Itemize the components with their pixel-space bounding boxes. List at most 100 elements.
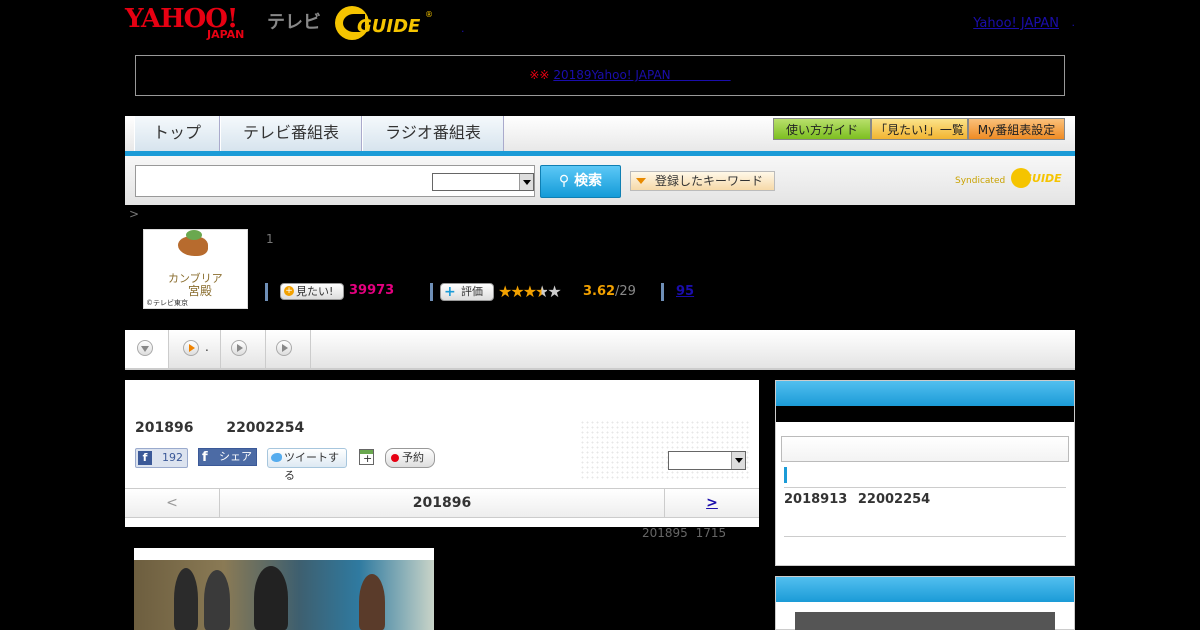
facebook-share-label: シェア xyxy=(219,450,252,463)
plus-icon: + xyxy=(284,286,294,296)
search-button-label: 検索 xyxy=(574,173,603,189)
guide-button[interactable]: 使い方ガイド xyxy=(773,118,871,140)
updated-date: 201895 xyxy=(642,526,688,540)
facebook-like-button[interactable]: f 192 xyxy=(135,448,188,468)
search-button[interactable]: ⚲ 検索 xyxy=(540,165,621,198)
header-dot-right: . xyxy=(1071,16,1076,29)
program-thumbnail: カンブリア 宮殿 ©テレビ東京 xyxy=(143,229,248,309)
facebook-icon: f xyxy=(138,451,152,465)
facebook-like-count: 192 xyxy=(162,451,183,464)
rating-stars: ★★★★★ xyxy=(498,282,562,301)
tab-expand[interactable] xyxy=(125,330,169,368)
episode-select[interactable] xyxy=(668,451,746,470)
next-date-link[interactable]: > xyxy=(664,489,759,517)
tab-tv-listings[interactable]: テレビ番組表 xyxy=(220,116,362,151)
sidebar-next-broadcast: 2018913 22002254 xyxy=(775,380,1075,566)
main-nav: トップ テレビ番組表 ラジオ番組表 使い方ガイド 「見たい!」一覧 My番組表設… xyxy=(125,116,1075,156)
stat-divider xyxy=(661,283,664,301)
yahoo-logo-sub: JAPAN xyxy=(207,28,245,41)
want-to-watch-button[interactable]: + 見たい! xyxy=(280,283,344,300)
sidebar-header xyxy=(776,381,1074,406)
record-icon xyxy=(391,454,399,462)
tv-label: テレビ xyxy=(267,12,321,33)
photo-person xyxy=(204,570,230,630)
sidebar-subheader xyxy=(776,406,1074,422)
tab-radio-listings[interactable]: ラジオ番組表 xyxy=(362,116,504,151)
yahoo-japan-link[interactable]: Yahoo! JAPAN xyxy=(973,16,1059,31)
next-broadcast-date: 2018913 xyxy=(784,492,848,507)
search-bar: ⚲ 検索 登録したキーワード Syndicated GUIDE xyxy=(125,156,1075,205)
notice-banner: ※※ 20189Yahoo! JAPAN xyxy=(135,55,1065,96)
tab-episode-label: . xyxy=(205,340,209,354)
air-time: 22002254 xyxy=(226,420,305,436)
star-icon: ★ xyxy=(510,282,524,301)
play-icon xyxy=(231,340,247,356)
bird-logo-icon xyxy=(178,230,208,256)
reviews-link[interactable]: 95 xyxy=(676,284,694,299)
sidebar-image xyxy=(795,612,1055,630)
watchlist-button[interactable]: 「見たい!」一覧 xyxy=(871,118,968,140)
sidebar-section-2 xyxy=(775,576,1075,630)
breadcrumb[interactable]: > xyxy=(129,207,139,221)
chevron-down-icon xyxy=(519,174,533,190)
gguide-reg-mark: ® xyxy=(425,10,433,19)
program-number: 1 xyxy=(266,232,274,246)
gguide-logo[interactable]: GUIDE ® xyxy=(335,6,435,40)
sidebar-header xyxy=(776,577,1074,602)
next-broadcast-datetime[interactable]: 2018913 22002254 xyxy=(784,492,930,507)
photo-person xyxy=(174,568,198,630)
air-datetime: 201896 22002254 xyxy=(135,420,304,436)
tab-3[interactable] xyxy=(221,330,266,368)
tab-4[interactable] xyxy=(266,330,311,368)
reserve-label: 予約 xyxy=(402,451,424,464)
reserve-button[interactable]: 予約 xyxy=(385,448,435,468)
last-updated: 201895 1715 xyxy=(642,526,726,540)
sidebar-marker xyxy=(784,467,787,483)
next-broadcast-time: 22002254 xyxy=(857,492,931,507)
rate-button-label: 評価 xyxy=(461,285,483,298)
rate-button[interactable]: + 評価 xyxy=(440,283,494,301)
header-dot-left: . xyxy=(461,22,465,35)
want-to-watch-count: 39973 xyxy=(349,283,395,298)
search-icon: ⚲ xyxy=(558,173,575,189)
prev-date-button[interactable]: < xyxy=(125,489,220,517)
star-icon: ★ xyxy=(522,282,537,301)
site-header: YAHOO! JAPAN テレビ GUIDE ® . Yahoo! JAPAN … xyxy=(125,0,1075,48)
sidebar-box xyxy=(781,436,1069,462)
program-tabstrip: . xyxy=(125,330,1075,370)
saved-keywords-button[interactable]: 登録したキーワード xyxy=(630,171,775,191)
calendar-add-icon[interactable] xyxy=(359,449,374,465)
syndicated-label: Syndicated xyxy=(955,176,1006,186)
syndicated-logo-text: GUIDE xyxy=(1023,172,1062,185)
divider xyxy=(784,487,1066,488)
want-to-watch-label: 見たい! xyxy=(296,285,334,298)
stat-divider xyxy=(265,283,268,301)
date-navigation: < 201896 > xyxy=(125,488,759,518)
divider xyxy=(784,536,1066,537)
saved-keywords-label: 登録したキーワード xyxy=(655,174,764,188)
play-icon xyxy=(183,340,199,356)
star-icon: ★ xyxy=(498,282,512,301)
search-category-select[interactable] xyxy=(432,173,534,191)
tab-top[interactable]: トップ xyxy=(134,116,220,151)
syndicated-gguide-logo: Syndicated GUIDE xyxy=(955,168,1065,190)
photo-person xyxy=(359,574,385,630)
star-empty-icon: ★ xyxy=(547,282,561,301)
plus-icon: + xyxy=(444,284,456,300)
episode-photo xyxy=(134,548,434,630)
chevron-down-icon xyxy=(137,340,153,356)
tab-episode[interactable]: . xyxy=(169,330,221,368)
chevron-down-icon xyxy=(731,452,745,469)
twitter-bird-icon xyxy=(271,453,282,462)
decorative-dots xyxy=(580,420,750,480)
triangle-down-icon xyxy=(636,178,646,189)
gguide-logo-text: GUIDE xyxy=(357,16,421,37)
episode-panel: 201896 22002254 f 192 f シェア ツイートする 予約 < … xyxy=(125,380,759,527)
tweet-button[interactable]: ツイートする xyxy=(267,448,347,482)
notice-mark: ※※ xyxy=(529,68,550,82)
notice-link[interactable]: 20189Yahoo! JAPAN xyxy=(553,68,730,82)
current-date: 201896 xyxy=(412,495,472,511)
my-listings-button[interactable]: My番組表設定 xyxy=(968,118,1065,140)
rating-value: 3.62 xyxy=(583,284,616,299)
facebook-share-button[interactable]: f シェア xyxy=(198,448,257,466)
